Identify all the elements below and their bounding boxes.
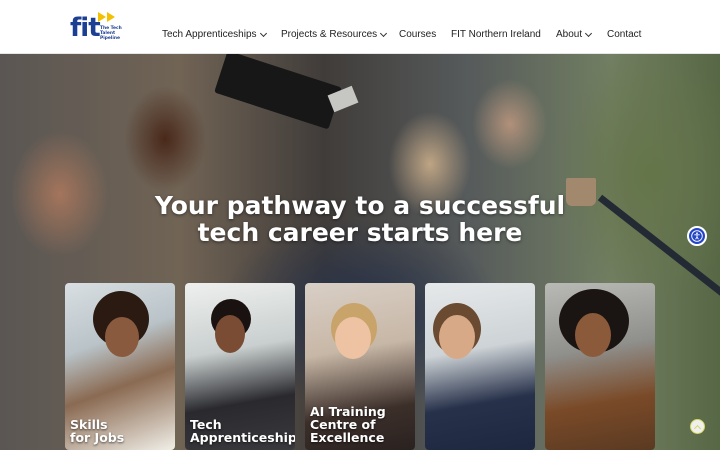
card-careers-tile[interactable] [545, 283, 655, 450]
card-title: AI Training Centre of Excellence [310, 404, 386, 445]
nav-projects-resources[interactable]: Projects & Resources [281, 29, 388, 40]
card-photo-face [335, 317, 371, 359]
site-header: fit The Tech Talent Pipeline Tech Appren… [0, 0, 720, 54]
nav-about[interactable]: About [556, 29, 593, 40]
card-photo-face [439, 315, 475, 359]
nav-label: Courses [399, 29, 437, 40]
nav-tech-apprenticeships[interactable]: Tech Apprenticeships [162, 29, 267, 40]
card-photo-face [105, 317, 139, 357]
nav-fit-northern-ireland[interactable]: FIT Northern Ireland [451, 29, 541, 40]
nav-label: Tech Apprenticeships [162, 29, 257, 40]
accessibility-button[interactable] [687, 226, 707, 246]
accessibility-icon [691, 230, 703, 242]
nav-contact[interactable]: Contact [607, 29, 641, 40]
headline-line-2: tech career starts here [197, 218, 523, 247]
hero-headline: Your pathway to a successful tech career… [0, 192, 720, 246]
nav-label: Contact [607, 29, 642, 40]
back-to-top-button[interactable] [690, 419, 705, 434]
card-education-tile[interactable] [425, 283, 535, 450]
card-ai-training-centre[interactable]: AI Training Centre of Excellence [305, 283, 415, 450]
card-title: Tech Apprenticeships [190, 417, 295, 445]
main-nav: Tech Apprenticeships Projects & Resource… [0, 0, 720, 54]
card-title: Skills for Jobs [70, 417, 125, 445]
card-photo-face [215, 315, 245, 353]
nav-courses[interactable]: Courses [399, 29, 436, 40]
chevron-down-icon [585, 29, 593, 37]
headline-line-1: Your pathway to a successful [154, 191, 566, 220]
nav-label: About [556, 29, 583, 40]
chevron-down-icon [380, 29, 388, 37]
card-photo-face [575, 313, 611, 357]
card-skills-for-jobs[interactable]: Skills for Jobs [65, 283, 175, 450]
chevron-down-icon [259, 29, 267, 37]
chevron-up-icon [693, 424, 702, 432]
nav-label: FIT Northern Ireland [451, 29, 541, 40]
hero-section: Your pathway to a successful tech career… [0, 54, 720, 450]
nav-label: Projects & Resources [281, 29, 378, 40]
card-tech-apprenticeships[interactable]: Tech Apprenticeships [185, 283, 295, 450]
